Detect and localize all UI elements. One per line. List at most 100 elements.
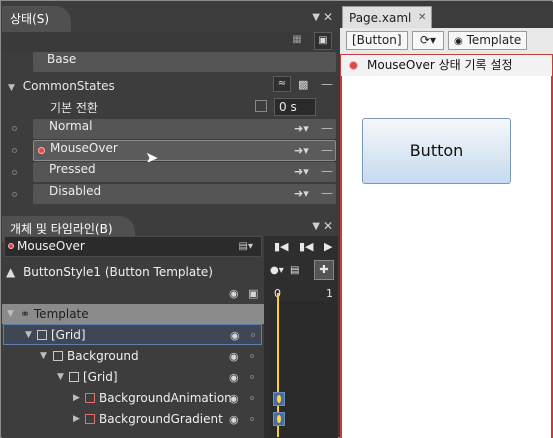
grid-icon <box>37 330 47 340</box>
eye-icon[interactable]: ◉ <box>229 367 239 388</box>
remove-group-icon[interactable]: — <box>321 77 333 91</box>
style-header-label: ButtonStyle1 (Button Template) <box>23 265 213 279</box>
close-tab-icon[interactable]: ✕ <box>418 7 426 29</box>
timeline-options-icon[interactable]: ▤▾ <box>239 237 253 256</box>
app-frame: 상태(S) ▼ ✕ ▦ ▣ Base ▼ CommonStates ≈ ▩ — … <box>0 0 553 438</box>
record-icon[interactable] <box>349 61 358 70</box>
tree-item-label: BackgroundAnimation <box>85 388 232 409</box>
lock-all-icon[interactable]: ▣ <box>248 287 258 300</box>
border-icon <box>53 351 63 361</box>
timeline-selector[interactable]: MouseOver ▤▾ <box>4 236 262 257</box>
base-state[interactable]: Base <box>33 52 336 72</box>
tree-item-label: BackgroundGradient <box>85 409 223 430</box>
add-transition-icon[interactable]: ➜▾ <box>294 187 309 200</box>
zoom-icon[interactable]: ✚ <box>314 260 334 280</box>
snap-icon[interactable]: ▤ <box>290 262 299 280</box>
state-group-header[interactable]: ▼ CommonStates <box>8 75 115 97</box>
style-header: ▲ ButtonStyle1 (Button Template) <box>6 263 213 281</box>
grid-icon <box>69 372 79 382</box>
collapse-triangle-icon[interactable]: ▼ <box>7 304 14 324</box>
eye-icon[interactable]: ◉ <box>229 388 239 409</box>
add-state-group-icon[interactable]: ▦ <box>288 32 306 50</box>
states-panel-tab[interactable]: 상태(S) <box>2 6 72 32</box>
record-keyframe-icon[interactable]: ●▾ <box>270 262 284 280</box>
template-icon: ◉ <box>454 36 463 47</box>
design-canvas[interactable]: Button <box>340 76 553 438</box>
lock-dot-icon[interactable] <box>251 333 255 337</box>
keyframe-marker[interactable] <box>273 392 285 406</box>
tree-item-background-animation[interactable]: ▶ BackgroundAnimation ◉ <box>3 388 262 409</box>
remove-state-icon[interactable]: — <box>321 186 333 200</box>
document-area: Page.xaml ✕ [Button] ⟳▾ ◉ Template Mouse… <box>340 2 553 438</box>
state-mouseover-label: MouseOver <box>50 141 118 155</box>
remove-state-icon[interactable]: — <box>321 164 333 178</box>
eye-icon[interactable]: ◉ <box>230 325 240 346</box>
preview-button[interactable]: Button <box>362 118 511 184</box>
scope-up-icon[interactable]: ▲ <box>6 265 15 279</box>
state-dot-mouseover <box>12 148 17 153</box>
default-transition-label: 기본 전환 <box>50 101 98 115</box>
recording-label: MouseOver 상태 기록 설정 <box>367 58 513 72</box>
collapse-triangle-icon[interactable]: ▼ <box>8 83 15 93</box>
go-to-start-icon[interactable]: ▮◀ <box>274 238 289 256</box>
pin-icon[interactable]: ▼ <box>312 221 320 232</box>
close-icon[interactable]: ✕ <box>323 219 333 233</box>
lock-dot-icon[interactable] <box>250 417 254 421</box>
eye-icon[interactable]: ◉ <box>229 346 239 367</box>
record-icon <box>8 243 14 249</box>
tree-root-label: Template <box>33 307 89 321</box>
state-dot-normal <box>12 126 17 131</box>
add-transition-icon[interactable]: ➜▾ <box>294 122 309 135</box>
document-tab[interactable]: Page.xaml ✕ <box>342 6 433 29</box>
collapse-triangle-icon[interactable]: ▼ <box>40 346 47 367</box>
state-normal[interactable]: Normal <box>33 119 336 139</box>
add-transition-icon[interactable]: ➜▾ <box>294 144 309 157</box>
breadcrumb-button[interactable]: [Button] <box>346 31 408 50</box>
breadcrumb-template[interactable]: ◉ Template <box>448 31 528 50</box>
return-scope-icon[interactable]: ⟳▾ <box>412 31 444 50</box>
remove-state-icon[interactable]: — <box>321 121 333 135</box>
previous-frame-icon[interactable]: ▮◀ <box>299 238 314 256</box>
timeline-tick-1: 1 <box>326 287 333 300</box>
add-transition-icon[interactable]: ▩ <box>298 78 308 91</box>
lock-dot-icon[interactable] <box>250 375 254 379</box>
tree-root-template[interactable]: ▼ ⚭ Template <box>2 304 264 324</box>
lock-dot-icon[interactable] <box>250 396 254 400</box>
template-icon: ⚭ <box>20 307 31 321</box>
state-pressed[interactable]: Pressed <box>33 162 336 182</box>
add-transition-icon[interactable]: ➜▾ <box>294 165 309 178</box>
state-disabled[interactable]: Disabled <box>33 184 336 204</box>
pin-icon[interactable]: ▼ <box>312 12 320 23</box>
states-toolbar: ▦ ▣ <box>2 32 338 52</box>
tree-item-background-gradient[interactable]: ▶ BackgroundGradient ◉ <box>3 409 262 430</box>
collapse-triangle-icon[interactable]: ▼ <box>25 325 32 346</box>
state-dot-pressed <box>12 170 17 175</box>
easing-icon[interactable] <box>255 100 267 112</box>
breadcrumb: [Button] ⟳▾ ◉ Template <box>340 28 553 54</box>
timeline-name: MouseOver <box>17 239 85 253</box>
play-icon[interactable]: ▶ <box>324 238 332 256</box>
eye-icon[interactable]: ◉ <box>229 409 239 430</box>
rectangle-icon <box>85 414 95 424</box>
rectangle-icon <box>85 393 95 403</box>
collapse-triangle-icon[interactable]: ▼ <box>57 367 64 388</box>
state-mouseover[interactable]: MouseOver <box>33 140 336 161</box>
tree-item-label: Background <box>53 346 139 367</box>
record-icon <box>38 147 45 154</box>
remove-state-icon[interactable]: — <box>321 143 333 157</box>
transition-effect-icon[interactable]: ≈ <box>273 76 291 92</box>
show-transitions-icon[interactable]: ▣ <box>314 32 332 50</box>
close-icon[interactable]: ✕ <box>323 10 333 24</box>
expand-triangle-icon[interactable]: ▶ <box>73 409 80 430</box>
tree-item-grid[interactable]: ▼ [Grid] ◉ <box>3 324 262 345</box>
tree-item-grid-nested[interactable]: ▼ [Grid] ◉ <box>3 367 262 388</box>
expand-triangle-icon[interactable]: ▶ <box>73 388 80 409</box>
state-recording-banner: MouseOver 상태 기록 설정 <box>340 54 553 76</box>
keyframe-marker[interactable] <box>273 412 285 426</box>
tree-item-label: [Grid] <box>69 367 118 388</box>
visibility-all-icon[interactable]: ◉ <box>229 287 239 300</box>
lock-dot-icon[interactable] <box>250 354 254 358</box>
tree-item-background[interactable]: ▼ Background ◉ <box>3 346 262 367</box>
default-transition-duration-input[interactable]: 0 s <box>274 98 316 116</box>
tree-item-label: [Grid] <box>37 325 86 346</box>
